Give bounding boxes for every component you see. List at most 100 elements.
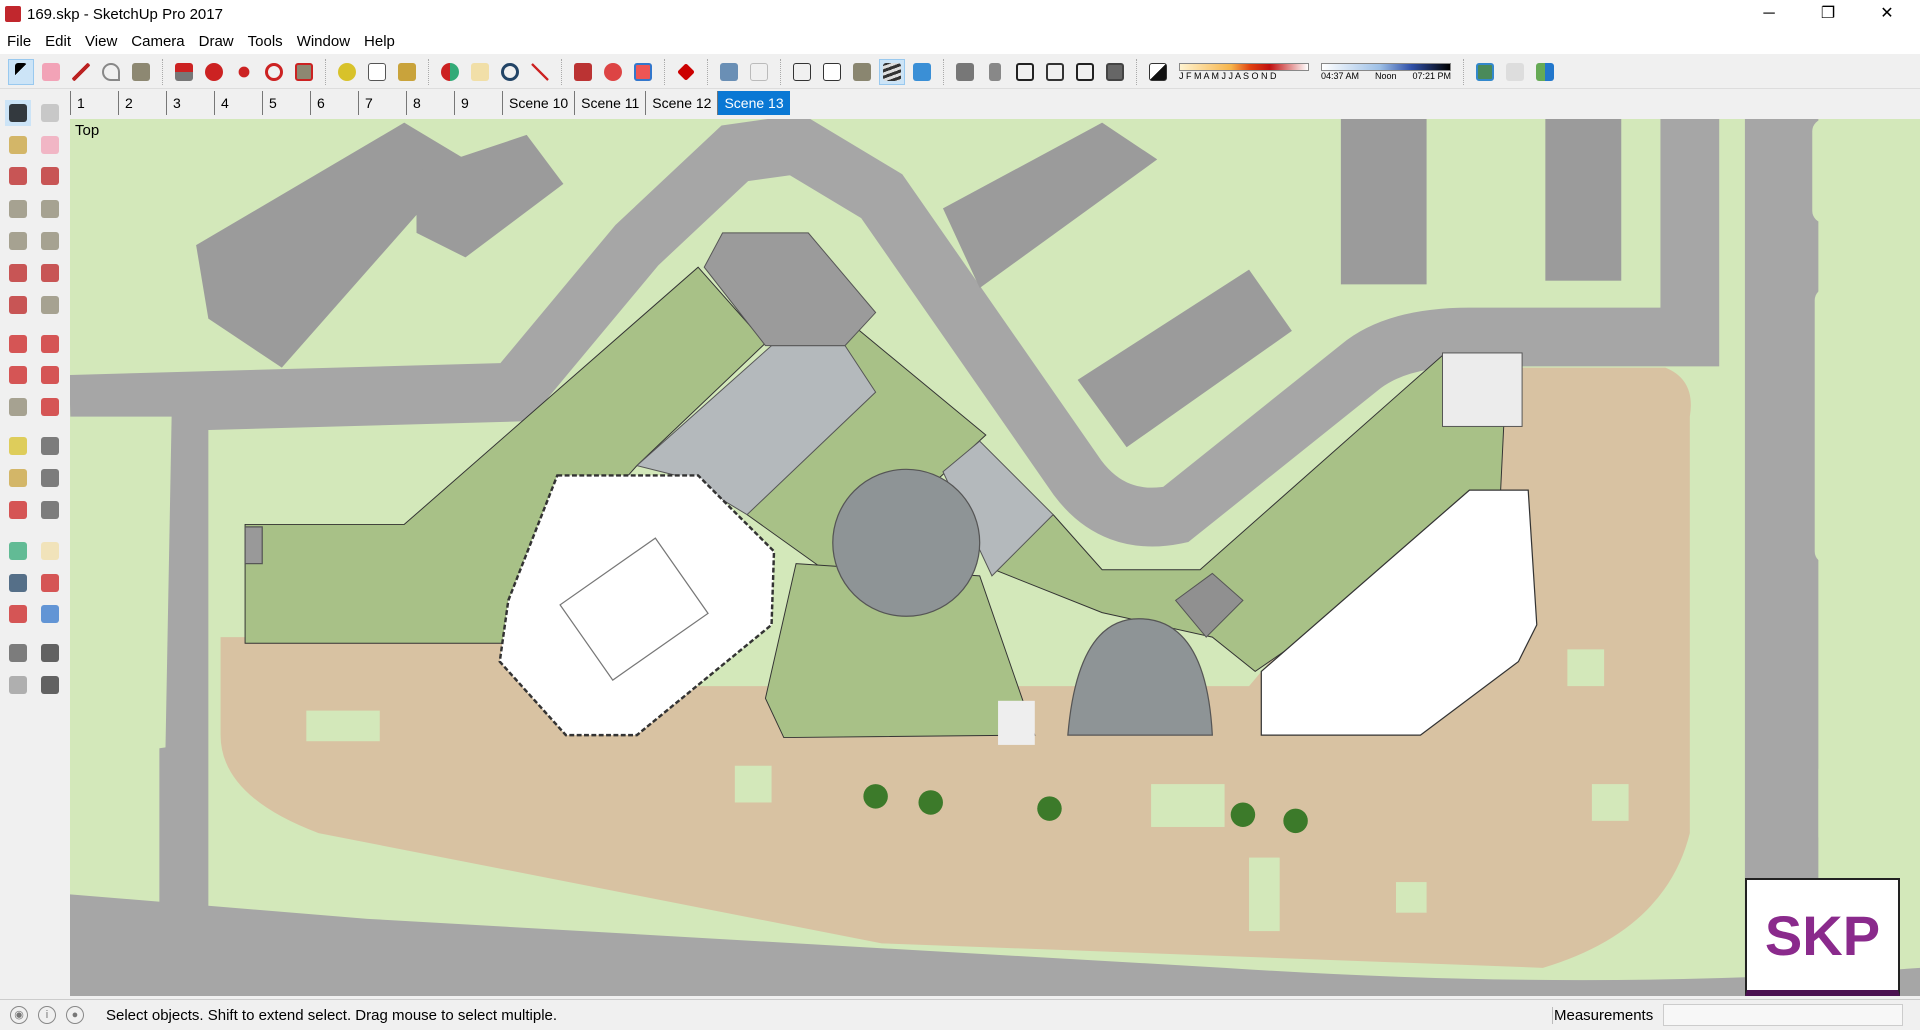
rectangle-tool-button[interactable]	[5, 196, 31, 222]
geo-location-icon[interactable]: ◉	[10, 1006, 28, 1024]
tape-measure-button[interactable]	[334, 59, 360, 85]
menu-draw[interactable]: Draw	[192, 33, 241, 50]
line-tool-button[interactable]	[5, 163, 31, 189]
circle-tool-button[interactable]	[5, 228, 31, 254]
walk-tool-button[interactable]	[5, 672, 31, 698]
drawing-viewport[interactable]: Top SKP	[70, 119, 1920, 996]
scene-tab-5[interactable]: 5	[262, 91, 310, 115]
rotate-tool-button[interactable]	[5, 362, 31, 388]
menu-view[interactable]: View	[78, 33, 124, 50]
scene-tab-11[interactable]: Scene 11	[574, 91, 646, 115]
right-view-button[interactable]	[1042, 59, 1068, 85]
polygon-tool-button[interactable]	[37, 228, 63, 254]
rectangle-tool-button[interactable]	[128, 59, 154, 85]
scene-tab-3[interactable]: 3	[166, 91, 214, 115]
freehand-tool-button[interactable]	[37, 163, 63, 189]
scene-tab-2[interactable]: 2	[118, 91, 166, 115]
scene-tab-6[interactable]: 6	[310, 91, 358, 115]
menu-tools[interactable]: Tools	[241, 33, 290, 50]
previous-view-tool-button[interactable]	[37, 601, 63, 627]
shadows-toggle-button[interactable]	[1145, 59, 1171, 85]
back-edges-button[interactable]	[746, 59, 772, 85]
follow-me-button[interactable]	[201, 59, 227, 85]
zoom-extents-tool-button[interactable]	[5, 601, 31, 627]
scale-button[interactable]	[291, 59, 317, 85]
toggle-terrain-button[interactable]	[1502, 59, 1528, 85]
left-view-button[interactable]	[1102, 59, 1128, 85]
scale-tool-button[interactable]	[5, 394, 31, 420]
photo-textures-button[interactable]	[1532, 59, 1558, 85]
scene-tab-7[interactable]: 7	[358, 91, 406, 115]
menu-file[interactable]: File	[0, 33, 38, 50]
scene-tab-10[interactable]: Scene 10	[502, 91, 575, 115]
zoom-button[interactable]	[497, 59, 523, 85]
shadow-time-slider[interactable]: 04:37 AM Noon 07:21 PM	[1321, 62, 1451, 81]
shaded-button[interactable]	[849, 59, 875, 85]
zoom-extents-button[interactable]	[527, 59, 553, 85]
pan-tool-button[interactable]	[37, 538, 63, 564]
back-view-button[interactable]	[1072, 59, 1098, 85]
orbit-tool-button[interactable]	[5, 538, 31, 564]
layout-button[interactable]	[630, 59, 656, 85]
credits-info-icon[interactable]: i	[38, 1006, 56, 1024]
dimension-tool-button[interactable]	[37, 433, 63, 459]
protractor-tool-button[interactable]	[5, 465, 31, 491]
shadow-date-slider[interactable]: J F M A M J J A S O N D	[1179, 62, 1309, 81]
scene-tab-4[interactable]: 4	[214, 91, 262, 115]
paint-bucket-tool-button[interactable]	[5, 132, 31, 158]
shadow-time-bar[interactable]	[1321, 62, 1451, 71]
scene-tab-13[interactable]: Scene 13	[717, 91, 790, 115]
push-pull-button[interactable]	[171, 59, 197, 85]
minimize-button[interactable]: ─	[1746, 0, 1792, 28]
arc-tool-button[interactable]	[5, 260, 31, 286]
3d-warehouse-button[interactable]	[570, 59, 596, 85]
eraser-tool-button[interactable]	[38, 59, 64, 85]
menu-help[interactable]: Help	[357, 33, 402, 50]
user-account-icon[interactable]: ●	[66, 1006, 84, 1024]
push-pull-tool-button[interactable]	[37, 331, 63, 357]
extension-manager-button[interactable]	[673, 59, 699, 85]
look-around-tool-button[interactable]	[37, 640, 63, 666]
eraser-tool-button[interactable]	[37, 132, 63, 158]
xray-button[interactable]	[716, 59, 742, 85]
close-button[interactable]: ✕	[1864, 0, 1910, 28]
pan-button[interactable]	[467, 59, 493, 85]
move-button[interactable]	[231, 59, 257, 85]
monochrome-button[interactable]	[909, 59, 935, 85]
rotated-rectangle-tool-button[interactable]	[37, 196, 63, 222]
pencil-tool-button[interactable]	[68, 59, 94, 85]
menu-camera[interactable]: Camera	[124, 33, 191, 50]
site-plan-model[interactable]	[70, 119, 1920, 996]
tape-measure-tool-button[interactable]	[5, 433, 31, 459]
axes-tool-button[interactable]	[5, 497, 31, 523]
menu-edit[interactable]: Edit	[38, 33, 78, 50]
make-component-tool-button[interactable]	[37, 100, 63, 126]
menu-window[interactable]: Window	[290, 33, 357, 50]
select-tool-button[interactable]	[5, 100, 31, 126]
paint-bucket-button[interactable]	[394, 59, 420, 85]
section-plane-tool-button[interactable]	[37, 672, 63, 698]
select-tool-button[interactable]	[8, 58, 34, 85]
scene-tab-8[interactable]: 8	[406, 91, 454, 115]
offset-tool-button[interactable]	[37, 394, 63, 420]
position-camera-tool-button[interactable]	[5, 640, 31, 666]
text-tool-button[interactable]	[37, 465, 63, 491]
scene-tab-1[interactable]: 1	[70, 91, 118, 115]
maximize-button[interactable]: ❐	[1805, 0, 1851, 28]
zoom-window-tool-button[interactable]	[37, 570, 63, 596]
3d-text-tool-button[interactable]	[37, 497, 63, 523]
hidden-line-button[interactable]	[819, 59, 845, 85]
arc-tool-button[interactable]	[98, 59, 124, 85]
three-point-arc-tool-button[interactable]	[5, 292, 31, 318]
text-button[interactable]	[364, 59, 390, 85]
shaded-textures-button[interactable]	[879, 58, 905, 85]
wireframe-button[interactable]	[789, 59, 815, 85]
iso-view-button[interactable]	[952, 59, 978, 85]
two-point-arc-tool-button[interactable]	[37, 260, 63, 286]
add-location-button[interactable]	[1472, 59, 1498, 85]
pie-tool-button[interactable]	[37, 292, 63, 318]
rotate-button[interactable]	[261, 59, 287, 85]
shadow-date-bar[interactable]	[1179, 62, 1309, 71]
front-view-button[interactable]	[1012, 59, 1038, 85]
follow-me-tool-button[interactable]	[37, 362, 63, 388]
